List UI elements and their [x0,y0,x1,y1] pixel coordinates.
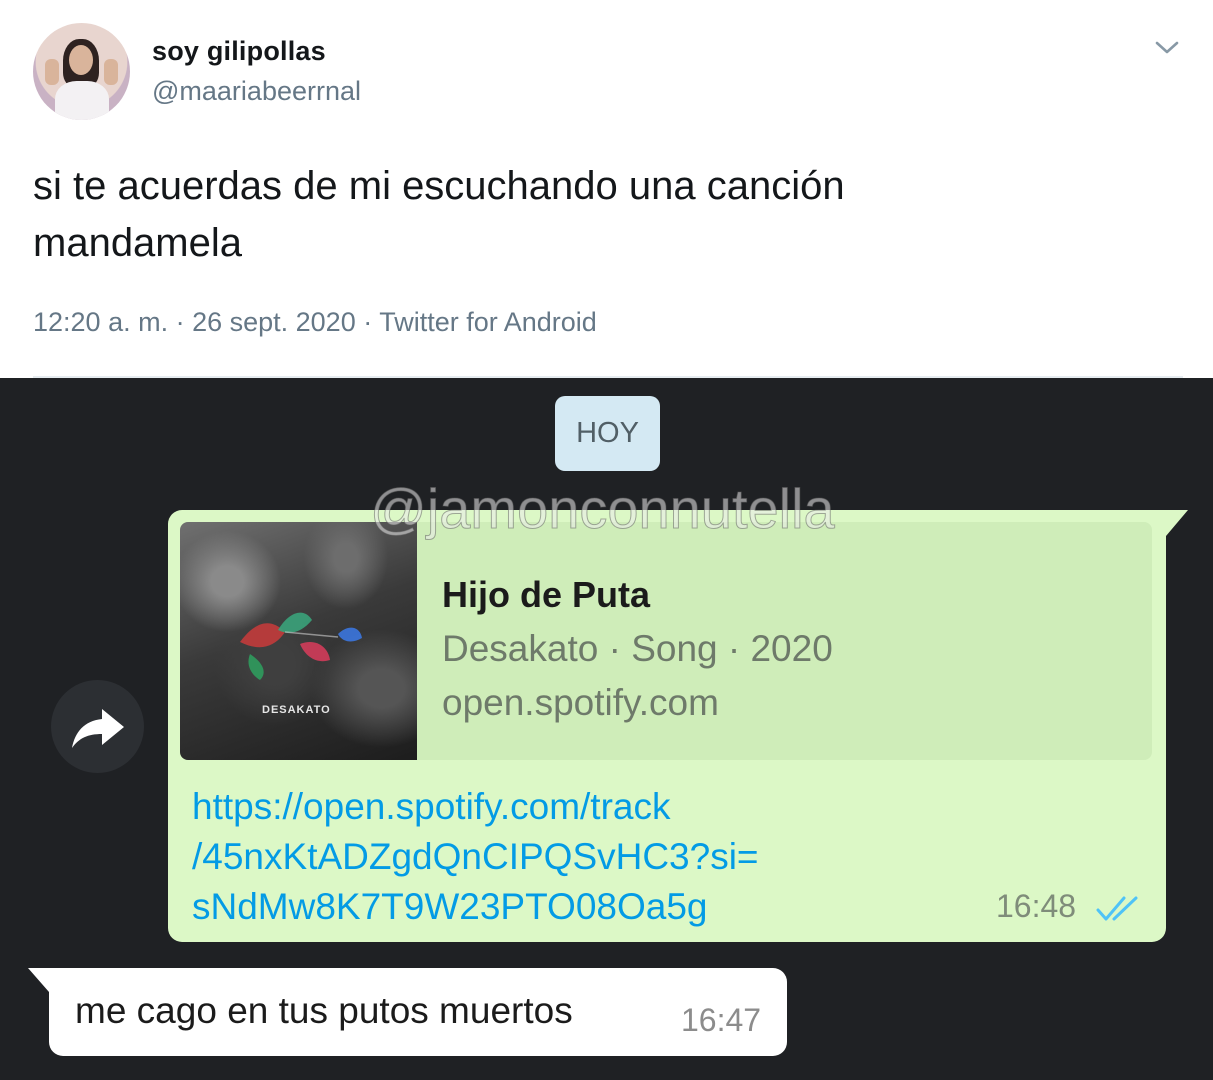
user-handle[interactable]: @maariabeerrnal [152,76,361,107]
outgoing-message[interactable]: DESAKATO Hijo de Puta Desakato · Song · … [168,510,1188,942]
tweet-text: si te acuerdas de mi escuchando una canc… [33,158,1133,272]
message-time: 16:47 [681,1002,762,1038]
chat-screenshot: HOY @jamonconnutella DESAKATO Hijo de Pu… [0,378,1213,1080]
message-text: me cago en tus putos muertos [75,990,573,1031]
album-cover: DESAKATO [180,522,417,760]
cover-art-flowers [240,612,362,680]
avatar-face [69,45,93,75]
tweet-text-line: mandamela [33,221,243,265]
forward-button[interactable] [51,680,144,773]
track-domain: open.spotify.com [442,682,719,723]
spotify-link[interactable]: https://open.spotify.com/track /45nxKtAD… [192,782,892,932]
link-line: sNdMw8K7T9W23PTO08Oa5g [192,886,708,927]
incoming-message[interactable]: me cago en tus putos muertos 16:47 [28,968,787,1056]
message-time: 16:48 [996,888,1077,924]
cover-label: DESAKATO [262,704,331,716]
track-subtitle: Desakato · Song · 2020 [442,628,833,669]
avatar[interactable] [33,23,130,120]
forward-icon [71,708,124,748]
bubble-tail [1166,510,1188,536]
avatar-body [55,81,109,120]
tweet-timestamp[interactable]: 12:20 a. m. · 26 sept. 2020 · Twitter fo… [33,307,597,338]
tweet-card: soy gilipollas @maariabeerrnal si te acu… [0,0,1213,378]
double-check-icon [1096,896,1138,921]
track-title: Hijo de Puta [442,574,651,615]
link-line: https://open.spotify.com/track [192,786,671,827]
link-preview[interactable]: DESAKATO Hijo de Puta Desakato · Song · … [180,522,1152,760]
display-name[interactable]: soy gilipollas [152,36,326,67]
link-line: /45nxKtADZgdQnCIPQSvHC3?si= [192,836,759,877]
date-badge: HOY [555,396,660,471]
avatar-hand-left [45,59,59,85]
tweet-text-line: si te acuerdas de mi escuchando una canc… [33,164,845,208]
bubble-tail [28,968,49,992]
chevron-down-icon[interactable] [1152,36,1182,58]
avatar-hand-right [104,59,118,85]
